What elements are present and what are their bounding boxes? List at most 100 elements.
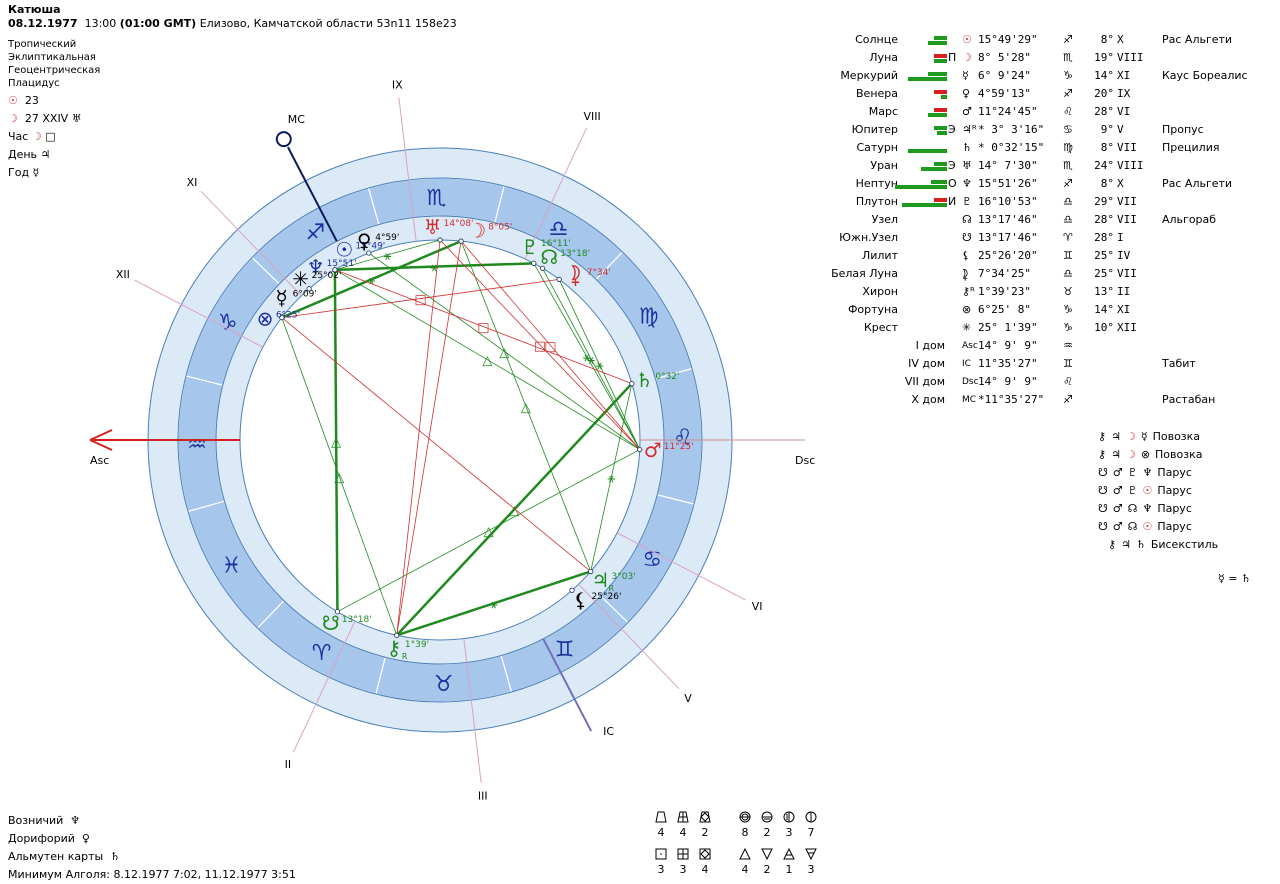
- planet-name: Плутон: [855, 195, 898, 208]
- configuration-planet-icon: ☋: [1098, 502, 1108, 515]
- planet-icon: ✳: [962, 321, 972, 334]
- strength-bar-bottom: [921, 167, 947, 171]
- ic-label: IC: [603, 725, 614, 738]
- configuration-planet-icon: ⚷: [1108, 538, 1117, 551]
- configuration-planet-icon: ♂: [1112, 484, 1123, 497]
- sign-degree: 13°: [1094, 285, 1114, 298]
- strength-bar-top: [934, 108, 947, 112]
- stat-cell: 3: [778, 811, 800, 839]
- configuration-planet-icon: ♃: [1111, 430, 1121, 443]
- planet-point: [531, 260, 537, 266]
- house-axis-icon: Dsc: [962, 377, 979, 387]
- planet-name: Венера: [856, 87, 898, 100]
- strength-bars: [895, 88, 947, 102]
- planet-point: [637, 446, 643, 453]
- strength-bars: [895, 178, 947, 192]
- planet-name: Юпитер: [851, 123, 898, 136]
- stat-value: 3: [657, 863, 665, 876]
- sign-degree: 28°: [1094, 213, 1114, 226]
- planet-position: 16°10'53": [978, 195, 1038, 208]
- planet-glyph-icon: ✳: [292, 267, 309, 291]
- square-icon: □: [414, 293, 426, 308]
- footer-label: Дорифорий: [8, 832, 75, 845]
- stat-value: 8: [741, 826, 749, 839]
- house-position: 14° 9' 9": [978, 375, 1038, 388]
- planet-icon: ♄: [962, 141, 972, 154]
- stat-value: 3: [785, 826, 793, 839]
- planet-house: X: [1117, 177, 1124, 190]
- sign-degree: 8°: [1100, 177, 1114, 190]
- circle-upper-icon: [734, 811, 756, 826]
- sextile-icon: ⚹: [607, 472, 615, 487]
- sextile-icon: ⚹: [368, 273, 376, 288]
- circle-left-icon: [778, 811, 800, 826]
- planet-name: Солнце: [855, 33, 898, 46]
- planet-house: IX: [1117, 87, 1131, 100]
- trine-icon: △: [521, 400, 531, 415]
- table-row: Сатурн ♄ * 0°32'15" ♍︎ 8° VII Прецилия: [810, 141, 1270, 159]
- trapezoid-icon: [650, 811, 672, 826]
- planet-house: VII: [1117, 213, 1137, 226]
- planet-degree-label: 0°32': [655, 372, 679, 382]
- house-label: VII дом: [904, 375, 945, 388]
- table-row: Лилит ⚸ 25°26'20" ♊︎ 25° IV: [810, 249, 1270, 267]
- fixed-star: Табит: [1162, 357, 1196, 370]
- planet-degree-label: 25°26': [592, 592, 622, 602]
- planet-house: VIII: [1117, 159, 1144, 172]
- table-row: Белая Луна ⯝ 7°34'25" ♎︎ 25° VII: [810, 267, 1270, 285]
- circle-lower-icon: [756, 811, 778, 826]
- triangle-up-icon: [734, 847, 756, 863]
- configuration-planet-icon: ☽: [1125, 430, 1136, 443]
- stat-value: 4: [741, 863, 749, 876]
- configuration-planet-icon: ☋: [1098, 466, 1108, 479]
- planet-glyph-icon: ☋: [322, 611, 340, 635]
- strength-bar-top: [934, 90, 947, 94]
- zodiac-sign-icon: ♊︎: [1063, 249, 1073, 262]
- configuration-planet-icon: ♇: [1127, 466, 1138, 479]
- strength-bars: [895, 196, 947, 210]
- zodiac-sign-icon: ♓︎: [222, 554, 242, 579]
- configuration-name: Парус: [1157, 520, 1192, 533]
- planet-glyph-icon: ♃: [592, 568, 610, 592]
- planet-name: Белая Луна: [831, 267, 898, 280]
- house-cusp-row: I дом Asc 14° 9' 9" ♒︎: [810, 339, 1270, 357]
- table-row: Фортуна ⊗ 6°25' 8" ♑︎ 14° XI: [810, 303, 1270, 321]
- zodiac-sign-icon: ♐︎: [1063, 177, 1073, 190]
- house-label: I дом: [915, 339, 945, 352]
- planet-name: Фортуна: [847, 303, 898, 316]
- sign-degree: 28°: [1094, 105, 1114, 118]
- algol-minimum: Минимум Алголя: 8.12.1977 7:02, 11.12.19…: [8, 868, 296, 881]
- planet-degree-label: 4°59': [375, 233, 399, 243]
- sign-degree: 29°: [1094, 195, 1114, 208]
- fixed-star: Альгораб: [1162, 213, 1217, 226]
- planet-degree-label: 6°09': [293, 290, 317, 300]
- stat-cell: 4: [672, 811, 694, 839]
- planet-name: Узел: [871, 213, 898, 226]
- strength-bar-bottom: [927, 41, 947, 45]
- planet-degree-label: 11°25': [664, 442, 694, 452]
- planet-icon: ⚸: [962, 249, 971, 262]
- sign-degree: 10°: [1094, 321, 1114, 334]
- configuration-planet-icon: ⊗: [1140, 448, 1151, 461]
- trapezoid-diamond-icon: [694, 811, 716, 826]
- strength-bar-top: [934, 198, 947, 202]
- stat-value: 3: [679, 863, 687, 876]
- house-number: XI: [187, 176, 198, 189]
- strength-bar-top: [934, 126, 947, 130]
- configuration-planet-icon: ♄: [1135, 538, 1146, 551]
- table-row: Южн.Узел ☋ 13°17'46" ♈︎ 28° I: [810, 231, 1270, 249]
- zodiac-sign-icon: ♍︎: [639, 304, 659, 329]
- stat-cell: 4: [650, 811, 672, 839]
- planet-glyph-icon: ⯝: [570, 264, 582, 288]
- zodiac-sign-icon: ♍︎: [1063, 141, 1073, 154]
- trine-icon: △: [499, 345, 509, 360]
- table-row: Юпитер Э ♃ᴿ * 3° 3'16" ♋︎ 9° V Пропус: [810, 123, 1270, 141]
- configuration-planet-icon: ☊: [1127, 502, 1138, 515]
- configuration-row: ☋ ♂ ☊ ♆ Парус: [1098, 502, 1197, 520]
- configuration-row: ☋ ♂ ♇ ☉ Парус: [1098, 484, 1197, 502]
- dignity-letter: О: [948, 177, 957, 190]
- configuration-planet-icon: ♃: [1121, 538, 1131, 551]
- planet-position: 6°25' 8": [978, 303, 1031, 316]
- dignity-letter: Э: [948, 159, 956, 172]
- fixed-star: Рас Альгети: [1162, 177, 1233, 190]
